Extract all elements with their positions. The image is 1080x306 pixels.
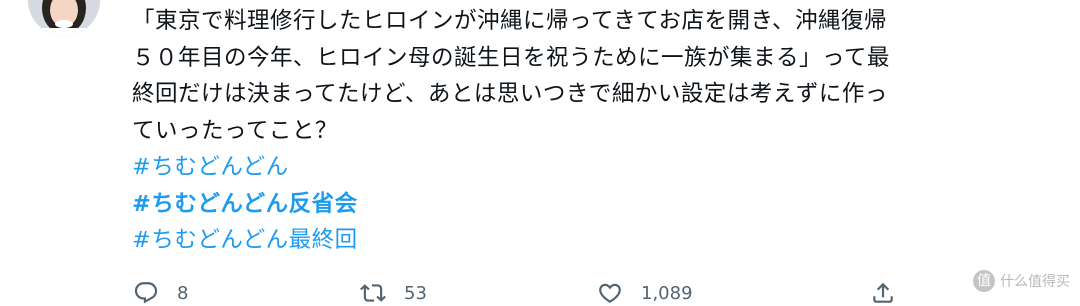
retweet-icon — [360, 284, 386, 302]
watermark: 值 什么值得买 — [973, 270, 1070, 292]
like-count: 1,089 — [641, 282, 693, 304]
reply-button[interactable]: 8 — [133, 280, 188, 306]
tweet-text: 「東京で料理修行したヒロインが沖縄に帰ってきてお店を開き、沖縄復帰 ５０年目の今… — [132, 8, 890, 144]
avatar-image — [28, 0, 100, 36]
heart-icon — [599, 283, 621, 303]
reply-icon — [134, 282, 158, 304]
retweet-count: 53 — [404, 282, 427, 304]
share-button[interactable] — [870, 280, 896, 306]
avatar[interactable] — [28, 0, 100, 36]
hashtag-link[interactable]: #ちむどんどん — [132, 149, 1052, 186]
reply-count: 8 — [177, 282, 189, 304]
retweet-button[interactable]: 53 — [360, 280, 427, 306]
watermark-text: 什么值得买 — [1000, 274, 1070, 290]
like-button[interactable]: 1,089 — [597, 280, 693, 306]
hashtag-link-final[interactable]: #ちむどんどん最終回 — [132, 222, 1052, 259]
hashtag-link-hansei[interactable]: #ちむどんどん反省会 — [132, 186, 1052, 223]
tweet-actions: 8 53 1,089 — [0, 276, 1080, 306]
share-icon — [873, 282, 893, 303]
tweet-body: 「東京で料理修行したヒロインが沖縄に帰ってきてお店を開き、沖縄復帰 ５０年目の今… — [132, 3, 1052, 259]
watermark-logo-icon: 值 — [973, 270, 995, 292]
